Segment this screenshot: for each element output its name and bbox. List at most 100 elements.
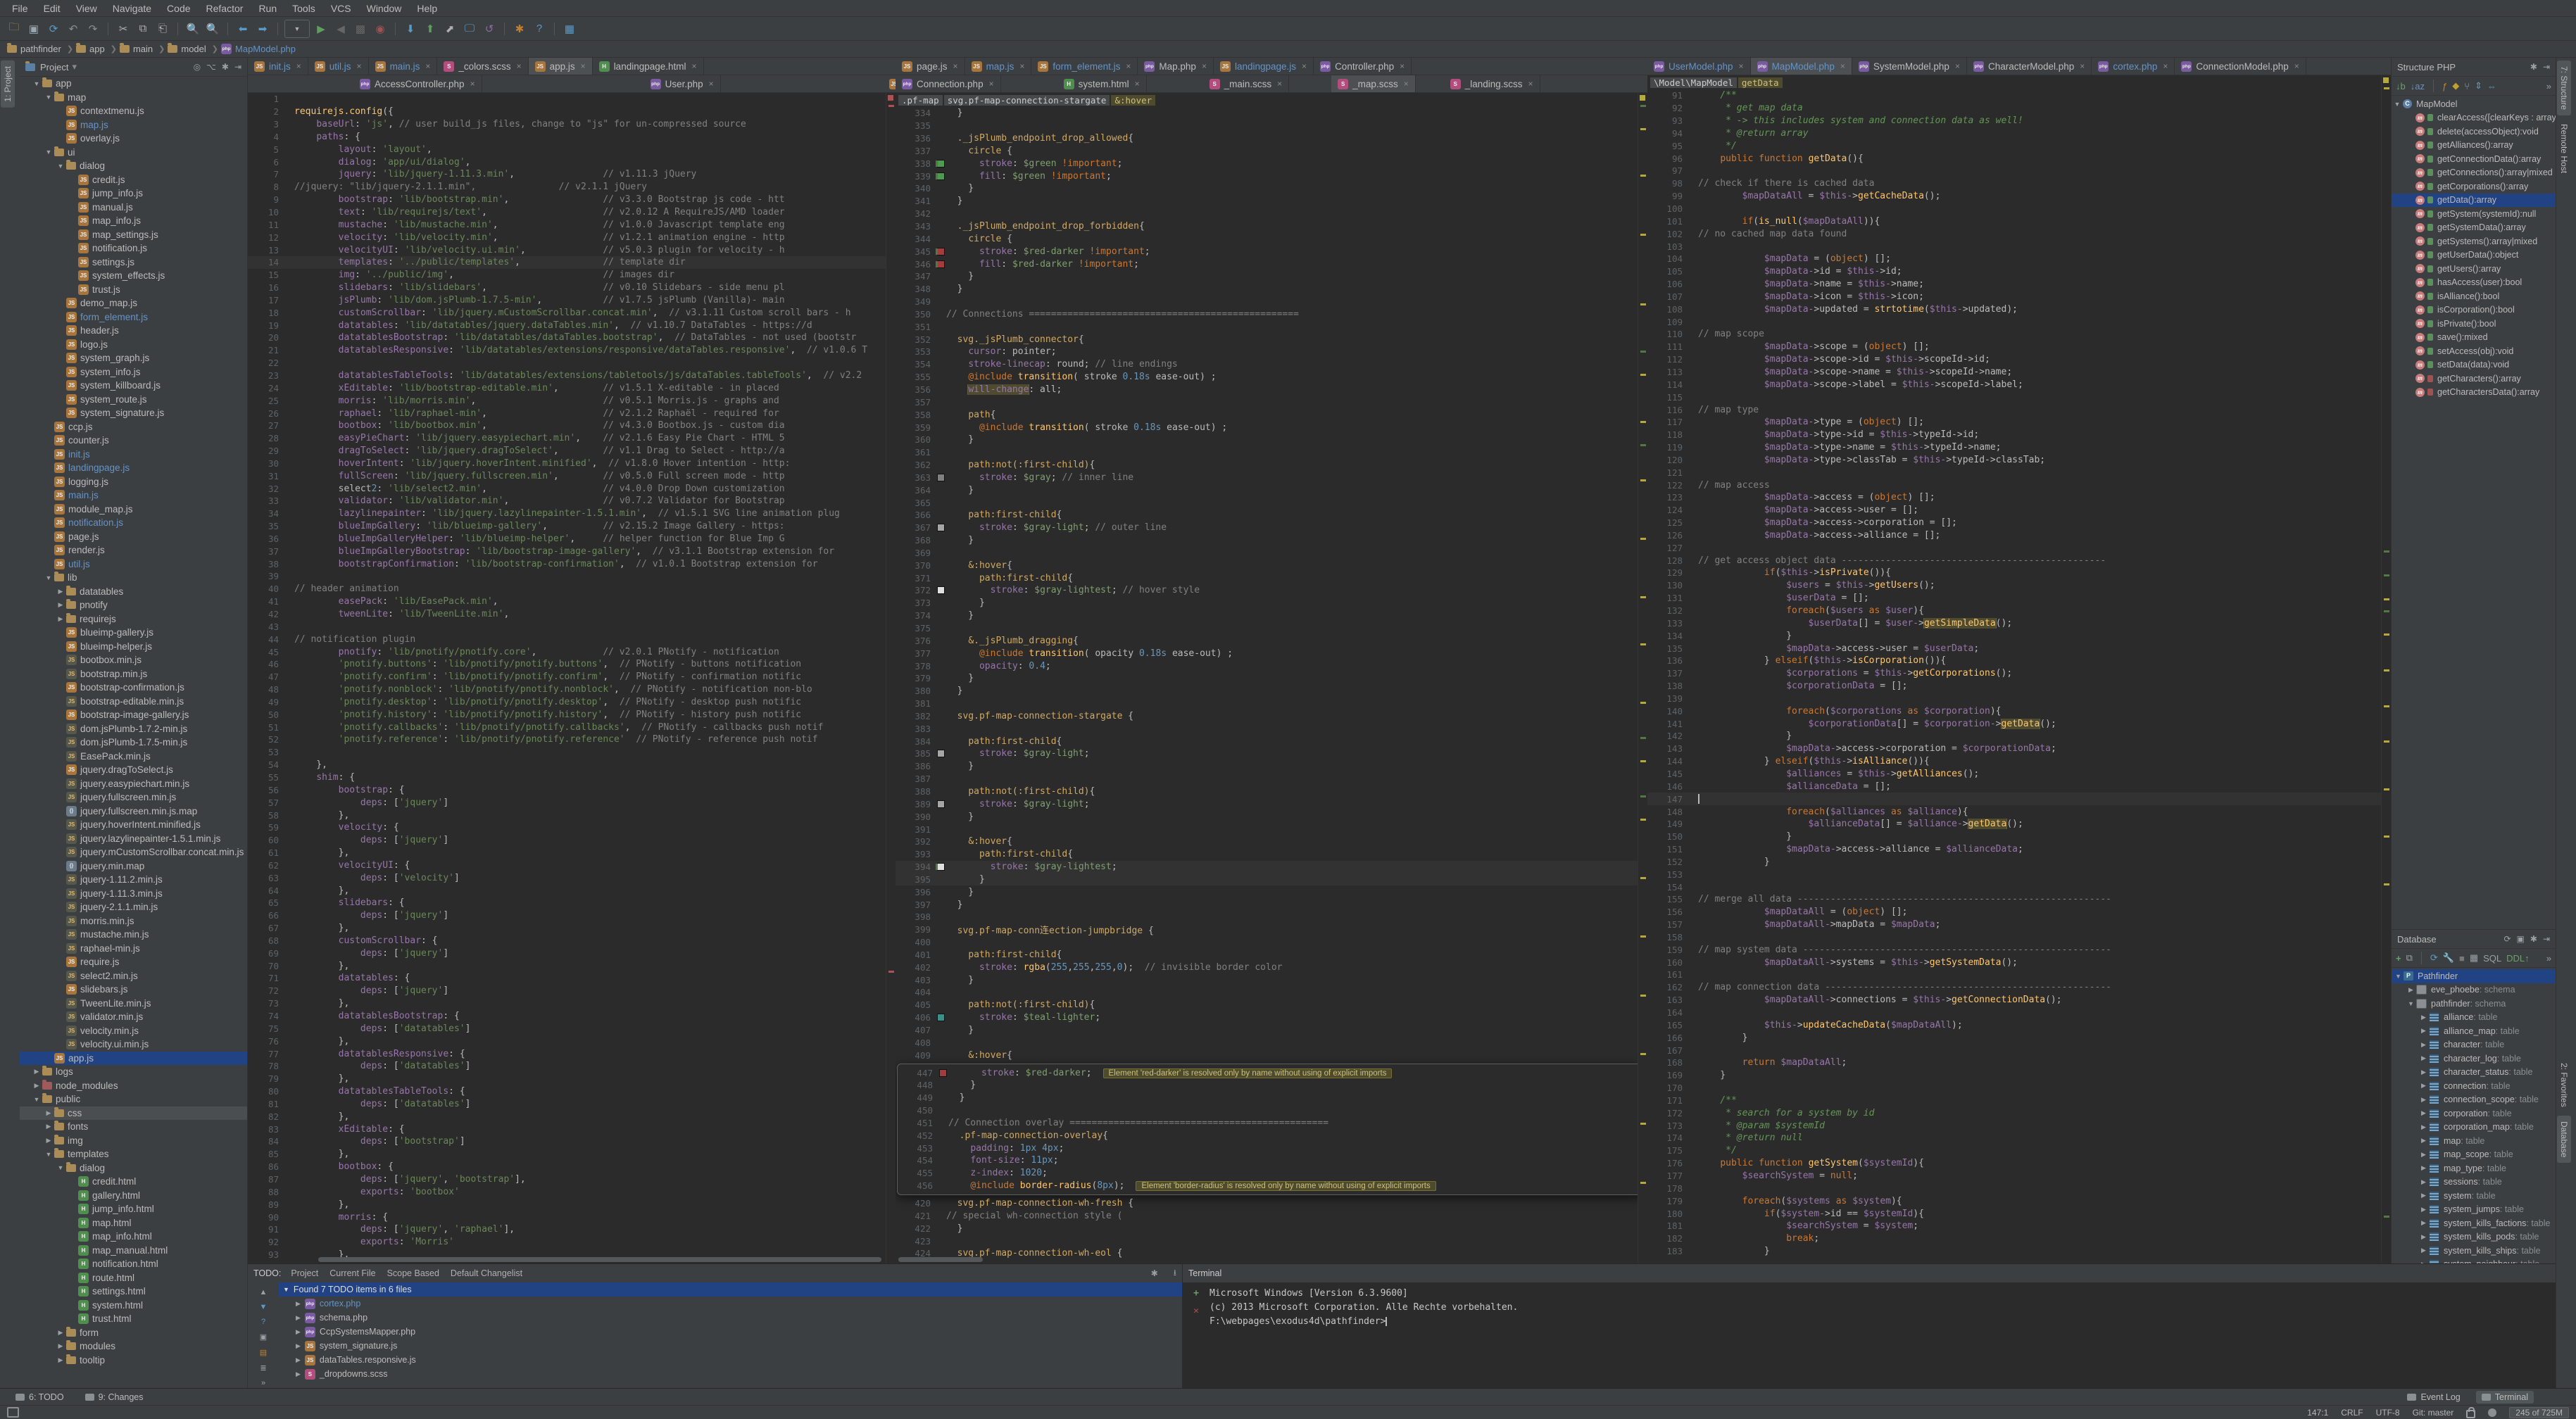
tree-item[interactable]: JSjquery.easypiechart.min.js: [20, 777, 247, 791]
chevron-collapsed-icon[interactable]: ▶: [31, 1082, 42, 1090]
code-line[interactable]: 170: [1647, 1082, 2391, 1095]
tree-item[interactable]: JSblueimp-helper.js: [20, 640, 247, 654]
expand-all-icon[interactable]: ⇕: [2475, 80, 2482, 92]
tree-item[interactable]: JSmap.js: [20, 118, 247, 132]
code-line[interactable]: 352 svg._jsPlumb_connector{: [896, 333, 1647, 346]
rollback-icon[interactable]: ↺: [481, 20, 498, 37]
editor-tab[interactable]: S_landing.scss×: [1444, 75, 1540, 92]
tree-item[interactable]: ▶datatables: [20, 585, 247, 599]
code-line[interactable]: 128// get access object data -----------…: [1647, 554, 2391, 567]
code-line[interactable]: 357: [896, 396, 1647, 408]
gear-icon[interactable]: ✱: [1151, 1268, 1158, 1278]
tree-item[interactable]: Hmap.html: [20, 1216, 247, 1230]
code-line[interactable]: 40// header animation: [248, 583, 896, 595]
tree-item[interactable]: JSjquery-1.11.3.min.js: [20, 887, 247, 901]
code-line[interactable]: 20 datatablesBootstrap: 'lib/datatables/…: [248, 332, 896, 344]
tree-item[interactable]: JSbootbox.min.js: [20, 653, 247, 667]
coverage-icon[interactable]: ▩: [352, 20, 369, 37]
database-item[interactable]: ▶sessions: table: [2392, 1175, 2556, 1190]
run-config-dropdown[interactable]: ▼: [284, 20, 310, 38]
code-line[interactable]: 423: [896, 1235, 1647, 1247]
code-line[interactable]: 110// map scope: [1647, 328, 2391, 341]
chevron-collapsed-icon[interactable]: ▶: [2418, 1178, 2429, 1186]
code-line[interactable]: 95 */: [1647, 139, 2391, 152]
tree-item[interactable]: JSEasePack.min.js: [20, 750, 247, 764]
todo-view-tab[interactable]: Project: [291, 1268, 318, 1278]
code-line[interactable]: 79 },: [248, 1073, 896, 1085]
code-line[interactable]: 142 }: [1647, 730, 2391, 743]
forward-icon[interactable]: ➡: [254, 20, 271, 37]
code-line[interactable]: 73 },: [248, 997, 896, 1010]
code-line[interactable]: 52 'pnotify.reference': 'lib/pnotify/pno…: [248, 733, 896, 746]
code-line[interactable]: 74 datatablesBootstrap: {: [248, 1010, 896, 1023]
chevron-collapsed-icon[interactable]: ▶: [296, 1342, 301, 1350]
code-line[interactable]: 154: [1647, 881, 2391, 893]
code-line[interactable]: 28 easyPieChart: 'lib/jquery.easypiechar…: [248, 432, 896, 445]
todo-file-row[interactable]: ▶phpschema.php: [279, 1311, 1182, 1325]
code-line[interactable]: 136 } elseif($this->isCorporation()){: [1647, 655, 2391, 667]
code-line[interactable]: 55 shim: {: [248, 771, 896, 784]
redo-icon[interactable]: ↷: [84, 20, 101, 37]
database-item[interactable]: ▶map: table: [2392, 1134, 2556, 1148]
database-item[interactable]: ▶map_type: table: [2392, 1161, 2556, 1175]
structure-item[interactable]: msetAccess(obj):void: [2392, 344, 2556, 358]
gear-icon[interactable]: ✱: [2530, 934, 2537, 944]
prev-todo-icon[interactable]: ▲: [260, 1288, 268, 1297]
tree-item[interactable]: JSdom.jsPlumb-1.7.5-min.js: [20, 736, 247, 750]
more-icon[interactable]: »: [2546, 81, 2551, 92]
code-line[interactable]: 56 bootstrap: {: [248, 783, 896, 796]
chevron-collapsed-icon[interactable]: ▶: [2418, 1151, 2429, 1159]
code-line[interactable]: 34 lazylinepainter: 'lib/jquery.lazyline…: [248, 507, 896, 520]
code-line[interactable]: 68 customScrollbar: {: [248, 935, 896, 947]
tree-item[interactable]: JSrender.js: [20, 543, 247, 557]
code-line[interactable]: 53: [248, 746, 896, 759]
code-line[interactable]: 422 }: [896, 1222, 1647, 1235]
close-icon[interactable]: ×: [2080, 61, 2085, 71]
structure-class-row[interactable]: ▼CMapModel: [2392, 97, 2556, 111]
tree-item[interactable]: JSlogo.js: [20, 338, 247, 352]
sql-console-icon[interactable]: SQL: [2483, 953, 2501, 964]
readonly-lock-icon[interactable]: [2466, 1410, 2475, 1418]
tree-item[interactable]: JScounter.js: [20, 434, 247, 448]
structure-item[interactable]: mclearAccess([clearKeys : array =: [2392, 111, 2556, 125]
menu-code[interactable]: Code: [159, 0, 198, 17]
show-constants-icon[interactable]: ◆: [2452, 80, 2459, 92]
code-line[interactable]: 132 foreach($users as $user){: [1647, 605, 2391, 617]
tree-item[interactable]: JSapp.js: [20, 1052, 247, 1066]
chevron-collapsed-icon[interactable]: ▶: [2418, 1082, 2429, 1090]
code-line[interactable]: 402 stroke: rgba(255,255,255,0); // invi…: [896, 961, 1647, 973]
code-line[interactable]: 424 svg.pf-map-connection-wh-eol {: [896, 1247, 1647, 1260]
editor-tab[interactable]: S_colors.scss×: [437, 58, 528, 75]
code-line[interactable]: 166 }: [1647, 1031, 2391, 1044]
chevron-collapsed-icon[interactable]: ▶: [2406, 986, 2416, 994]
code-line[interactable]: 16 slidebars: 'lib/slidebars', // v0.10 …: [248, 282, 896, 294]
breadcrumb-item[interactable]: phpMapModel.php: [221, 44, 296, 54]
code-line[interactable]: 447 stroke: $red-darker;Element 'red-dar…: [898, 1066, 1642, 1079]
code-line[interactable]: 59 velocity: {: [248, 821, 896, 834]
tree-item[interactable]: JSmap_settings.js: [20, 228, 247, 242]
tree-item[interactable]: JSvelocity.min.js: [20, 1024, 247, 1038]
collapse-all-icon[interactable]: ⇔: [2487, 81, 2496, 92]
tree-item[interactable]: JSTweenLite.min.js: [20, 997, 247, 1011]
tree-item[interactable]: Hjump_info.html: [20, 1202, 247, 1216]
tree-item[interactable]: Hcredit.html: [20, 1175, 247, 1189]
project-structure-icon[interactable]: ▦: [561, 20, 578, 37]
database-item[interactable]: ▶map_scope: table: [2392, 1148, 2556, 1162]
code-line[interactable]: 448 }: [898, 1079, 1642, 1092]
code-line[interactable]: 151 $mapData->access->alliance = $allian…: [1647, 843, 2391, 856]
structure-item[interactable]: mgetConnections():array|mixed: [2392, 166, 2556, 180]
breadcrumb-item[interactable]: pathfinder: [7, 44, 61, 54]
chevron-expanded-icon[interactable]: ▼: [43, 574, 54, 581]
code-line[interactable]: 84 deps: ['bootstrap']: [248, 1135, 896, 1148]
code-line[interactable]: 392 &:hover{: [896, 835, 1647, 848]
structure-item[interactable]: mgetAlliances():array: [2392, 139, 2556, 153]
code-line[interactable]: 107 $mapData->icon = $this->icon;: [1647, 291, 2391, 303]
chevron-expanded-icon[interactable]: ▼: [55, 163, 66, 170]
code-line[interactable]: 366 path:first-child{: [896, 509, 1647, 522]
code-line[interactable]: 29 dragToSelect: 'lib/jquery.dragToSelec…: [248, 445, 896, 458]
code-line[interactable]: 67 },: [248, 922, 896, 935]
editor-tab[interactable]: phpUser.php×: [644, 75, 721, 92]
close-icon[interactable]: ×: [470, 79, 475, 89]
close-icon[interactable]: ×: [1019, 61, 1024, 71]
tree-item[interactable]: JScontextmenu.js: [20, 104, 247, 118]
